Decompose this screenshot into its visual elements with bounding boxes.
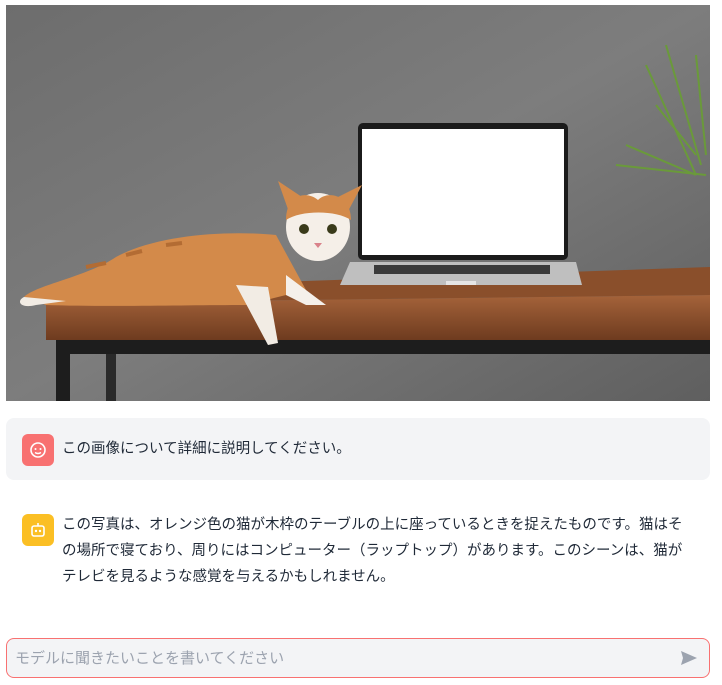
- cat-laptop-photo: [6, 5, 710, 401]
- assistant-message: この写真は、オレンジ色の猫が木枠のテーブルの上に座っているときを捉えたものです。…: [6, 500, 710, 590]
- uploaded-image: [6, 5, 710, 401]
- user-message-text: この画像について詳細に説明してください。: [62, 441, 351, 457]
- send-icon: [681, 651, 697, 665]
- assistant-message-text: この写真は、オレンジ色の猫が木枠のテーブルの上に座っているときを捉えたものです。…: [62, 517, 683, 585]
- user-face-icon: [22, 434, 54, 466]
- chat-input-box: [6, 638, 710, 678]
- robot-icon: [22, 514, 54, 546]
- desk-leg: [56, 340, 70, 401]
- user-message: この画像について詳細に説明してください。: [6, 418, 710, 480]
- chat-input[interactable]: [7, 639, 669, 677]
- send-button[interactable]: [669, 639, 709, 677]
